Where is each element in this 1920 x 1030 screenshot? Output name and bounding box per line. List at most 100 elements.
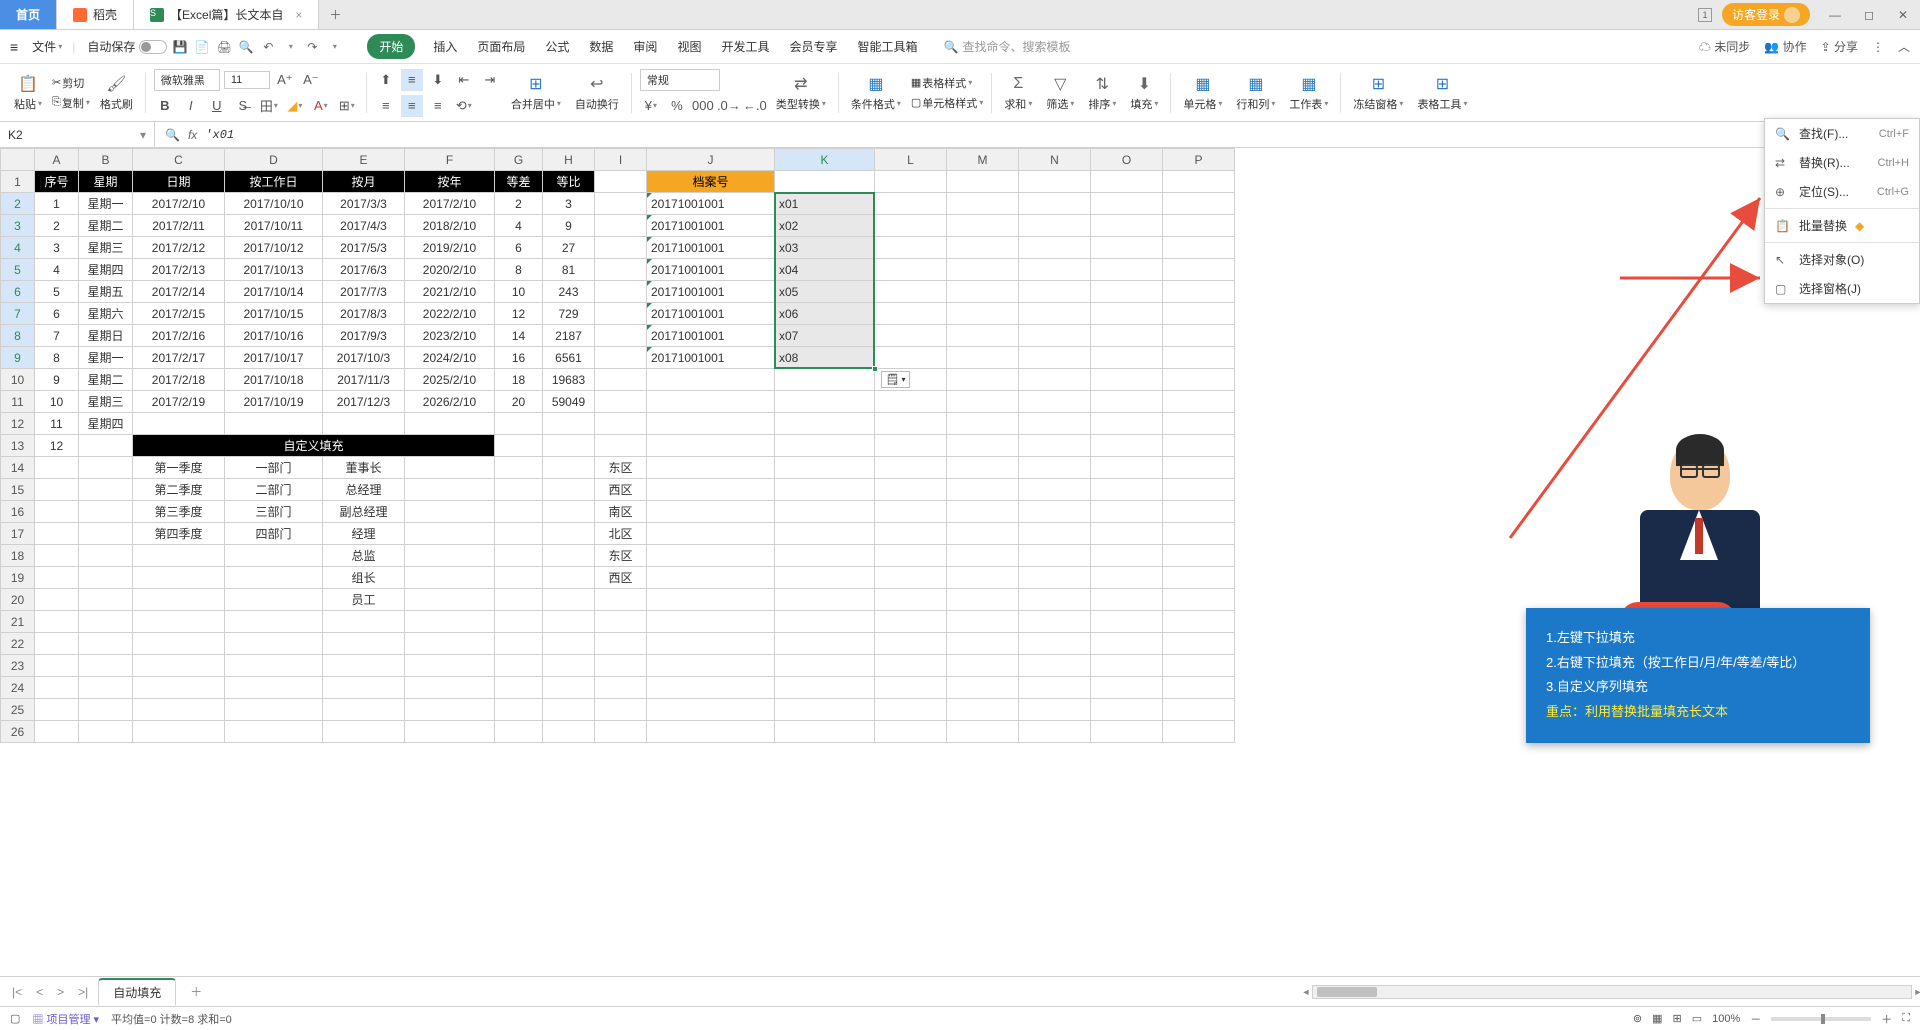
row-header-6[interactable]: 6 bbox=[1, 281, 35, 303]
cell-E7[interactable]: 2017/8/3 bbox=[323, 303, 405, 325]
cell-J16[interactable] bbox=[647, 501, 775, 523]
cell-P17[interactable] bbox=[1163, 523, 1235, 545]
cell-D25[interactable] bbox=[225, 699, 323, 721]
fullscreen-icon[interactable]: ⛶ bbox=[1902, 1012, 1910, 1025]
cell-C20[interactable] bbox=[133, 589, 225, 611]
titlebar-tab-document[interactable]: S【Excel篇】长文本自× bbox=[134, 0, 319, 29]
cell-L26[interactable] bbox=[875, 721, 947, 743]
cell-A6[interactable]: 5 bbox=[35, 281, 79, 303]
cell-I3[interactable] bbox=[595, 215, 647, 237]
cell-E19[interactable]: 组长 bbox=[323, 567, 405, 589]
cell-C8[interactable]: 2017/2/16 bbox=[133, 325, 225, 347]
menu-find[interactable]: 🔍查找(F)...Ctrl+F bbox=[1765, 119, 1919, 148]
cell-B1[interactable]: 星期 bbox=[79, 171, 133, 193]
cell-P4[interactable] bbox=[1163, 237, 1235, 259]
row-header-19[interactable]: 19 bbox=[1, 567, 35, 589]
row-header-2[interactable]: 2 bbox=[1, 193, 35, 215]
cell-A20[interactable] bbox=[35, 589, 79, 611]
cell-H23[interactable] bbox=[543, 655, 595, 677]
cell-B15[interactable] bbox=[79, 479, 133, 501]
cell-A5[interactable]: 4 bbox=[35, 259, 79, 281]
row-header-5[interactable]: 5 bbox=[1, 259, 35, 281]
cell-K22[interactable] bbox=[775, 633, 875, 655]
align-center-icon[interactable]: ≡ bbox=[401, 95, 423, 117]
cell-A10[interactable]: 9 bbox=[35, 369, 79, 391]
cell-O19[interactable] bbox=[1091, 567, 1163, 589]
cell-K25[interactable] bbox=[775, 699, 875, 721]
row-header-10[interactable]: 10 bbox=[1, 369, 35, 391]
cell-I14[interactable]: 东区 bbox=[595, 457, 647, 479]
col-header-I[interactable]: I bbox=[595, 149, 647, 171]
cell-E20[interactable]: 员工 bbox=[323, 589, 405, 611]
cell-I6[interactable] bbox=[595, 281, 647, 303]
cell-J14[interactable] bbox=[647, 457, 775, 479]
cell-C15[interactable]: 第二季度 bbox=[133, 479, 225, 501]
menu-batch-replace[interactable]: 📋批量替换◆ bbox=[1765, 211, 1919, 240]
cell-F4[interactable]: 2019/2/10 bbox=[405, 237, 495, 259]
cell-C10[interactable]: 2017/2/18 bbox=[133, 369, 225, 391]
col-header-O[interactable]: O bbox=[1091, 149, 1163, 171]
tab-page-layout[interactable]: 页面布局 bbox=[475, 34, 527, 59]
cell-I7[interactable] bbox=[595, 303, 647, 325]
cell-D5[interactable]: 2017/10/13 bbox=[225, 259, 323, 281]
cell-J13[interactable] bbox=[647, 435, 775, 457]
cell-E18[interactable]: 总监 bbox=[323, 545, 405, 567]
cell-M25[interactable] bbox=[947, 699, 1019, 721]
cell-I19[interactable]: 西区 bbox=[595, 567, 647, 589]
cell-K16[interactable] bbox=[775, 501, 875, 523]
sheet-nav-last[interactable]: >| bbox=[74, 985, 92, 999]
close-icon[interactable]: × bbox=[295, 8, 302, 22]
cell-I18[interactable]: 东区 bbox=[595, 545, 647, 567]
font-color-button[interactable]: A bbox=[310, 95, 332, 117]
cell-J15[interactable] bbox=[647, 479, 775, 501]
cell-P18[interactable] bbox=[1163, 545, 1235, 567]
fill-color-button[interactable]: ◢ bbox=[284, 95, 306, 117]
row-header-20[interactable]: 20 bbox=[1, 589, 35, 611]
cell-C3[interactable]: 2017/2/11 bbox=[133, 215, 225, 237]
cell-B9[interactable]: 星期一 bbox=[79, 347, 133, 369]
border-button[interactable]: 田 bbox=[258, 95, 280, 117]
cell-J4[interactable]: 20171001001 bbox=[647, 237, 775, 259]
share-button[interactable]: ⇪ 分享 bbox=[1821, 38, 1858, 55]
save-as-icon[interactable]: 📄 bbox=[193, 38, 211, 56]
cell-L2[interactable] bbox=[875, 193, 947, 215]
cell-P22[interactable] bbox=[1163, 633, 1235, 655]
cell-K26[interactable] bbox=[775, 721, 875, 743]
cell-O7[interactable] bbox=[1091, 303, 1163, 325]
zoom-value[interactable]: 100% bbox=[1712, 1013, 1740, 1025]
table-tools-button[interactable]: ⊞表格工具 bbox=[1413, 72, 1471, 114]
cell-A21[interactable] bbox=[35, 611, 79, 633]
cell-M20[interactable] bbox=[947, 589, 1019, 611]
cell-O22[interactable] bbox=[1091, 633, 1163, 655]
print-icon[interactable]: 🖨 bbox=[215, 38, 233, 56]
cell-B8[interactable]: 星期日 bbox=[79, 325, 133, 347]
cell-D4[interactable]: 2017/10/12 bbox=[225, 237, 323, 259]
cell-C18[interactable] bbox=[133, 545, 225, 567]
sheet-nav-first[interactable]: |< bbox=[8, 985, 26, 999]
tab-vip[interactable]: 会员专享 bbox=[787, 34, 839, 59]
cell-F8[interactable]: 2023/2/10 bbox=[405, 325, 495, 347]
col-header-M[interactable]: M bbox=[947, 149, 1019, 171]
fill-button[interactable]: ⬇填充 bbox=[1126, 72, 1162, 114]
cell-O6[interactable] bbox=[1091, 281, 1163, 303]
cell-O1[interactable] bbox=[1091, 171, 1163, 193]
cell-B16[interactable] bbox=[79, 501, 133, 523]
tab-start[interactable]: 开始 bbox=[367, 34, 415, 59]
cell-D9[interactable]: 2017/10/17 bbox=[225, 347, 323, 369]
cell-H25[interactable] bbox=[543, 699, 595, 721]
cell-L13[interactable] bbox=[875, 435, 947, 457]
cell-F19[interactable] bbox=[405, 567, 495, 589]
tab-add-button[interactable]: ＋ bbox=[319, 0, 351, 29]
cell-N21[interactable] bbox=[1019, 611, 1091, 633]
cell-G4[interactable]: 6 bbox=[495, 237, 543, 259]
cell-I1[interactable] bbox=[595, 171, 647, 193]
col-header-N[interactable]: N bbox=[1019, 149, 1091, 171]
cell-K19[interactable] bbox=[775, 567, 875, 589]
cell-G11[interactable]: 20 bbox=[495, 391, 543, 413]
cell-D24[interactable] bbox=[225, 677, 323, 699]
cell-N25[interactable] bbox=[1019, 699, 1091, 721]
cell-D21[interactable] bbox=[225, 611, 323, 633]
cell-M17[interactable] bbox=[947, 523, 1019, 545]
filter-button[interactable]: ▽筛选 bbox=[1042, 72, 1078, 114]
cell-M6[interactable] bbox=[947, 281, 1019, 303]
